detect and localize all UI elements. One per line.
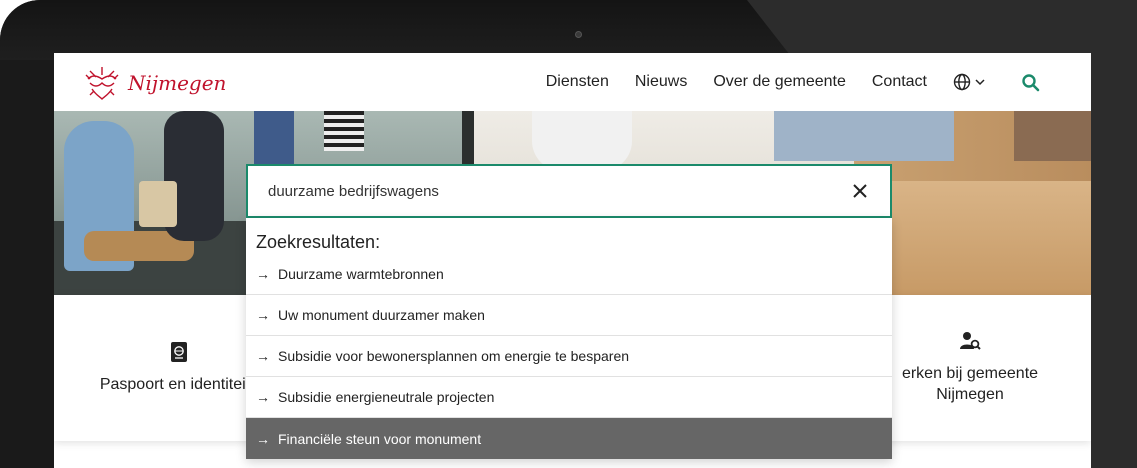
card-work-label: erken bij gemeente Nijmegen <box>902 364 1038 406</box>
site-logo[interactable]: Nijmegen <box>82 65 226 101</box>
site-header: Nijmegen Diensten Nieuws Over de gemeent… <box>54 53 1091 111</box>
nav-item-diensten[interactable]: Diensten <box>546 73 609 91</box>
results-title: Zoekresultaten: <box>256 232 381 252</box>
nav-item-over-de-gemeente[interactable]: Over de gemeente <box>713 73 846 91</box>
card-work-label-line1: erken bij gemeente <box>901 365 1039 383</box>
search-result-label: Subsidie energieneutrale projecten <box>278 389 495 405</box>
language-selector[interactable] <box>953 73 985 91</box>
passport-icon <box>171 341 187 362</box>
search-result-label: Financiële steun voor monument <box>278 430 482 447</box>
bezel-reflection <box>747 0 1137 60</box>
nav-item-contact[interactable]: Contact <box>872 73 927 91</box>
search-result-item[interactable]: → Subsidie voor bewonersplannen om energ… <box>246 336 892 377</box>
bezel-right <box>1091 0 1137 468</box>
user-search-icon <box>960 332 981 350</box>
search-result-item[interactable]: → Duurzame warmtebronnen <box>246 254 892 295</box>
search-result-item-active[interactable]: → Financiële steun voor monument <box>246 418 892 459</box>
arrow-right-icon: → <box>256 266 270 282</box>
nijmegen-crest-icon <box>85 67 119 100</box>
search-icon[interactable] <box>1021 73 1041 93</box>
camera-icon <box>575 31 582 38</box>
search-input[interactable] <box>268 182 828 200</box>
nav-item-nieuws[interactable]: Nieuws <box>635 73 687 91</box>
globe-icon <box>953 73 971 91</box>
search-result-label: Subsidie voor bewonersplannen om energie… <box>278 348 630 364</box>
arrow-right-icon: → <box>256 430 270 447</box>
main-nav: Diensten Nieuws Over de gemeente Contact <box>546 53 1031 111</box>
search-result-item[interactable]: → Uw monument duurzamer maken <box>246 295 892 336</box>
arrow-right-icon: → <box>256 348 270 364</box>
chevron-down-icon <box>975 79 985 86</box>
card-work-label-line2: Nijmegen <box>936 386 1004 403</box>
browser-screen: Nijmegen Diensten Nieuws Over de gemeent… <box>54 53 1091 468</box>
arrow-right-icon: → <box>256 307 270 323</box>
search-result-label: Uw monument duurzamer maken <box>278 307 485 323</box>
search-box <box>246 164 892 218</box>
site-name: Nijmegen <box>128 71 227 95</box>
search-result-label: Duurzame warmtebronnen <box>278 266 444 282</box>
search-results: Zoekresultaten: → Duurzame warmtebronnen… <box>246 218 892 459</box>
search-result-item[interactable]: → Subsidie energieneutrale projecten <box>246 377 892 418</box>
close-icon[interactable] <box>850 181 870 201</box>
arrow-right-icon: → <box>256 389 270 405</box>
bezel-left <box>0 0 54 468</box>
card-passport-label: Paspoort en identiteits <box>99 375 259 393</box>
